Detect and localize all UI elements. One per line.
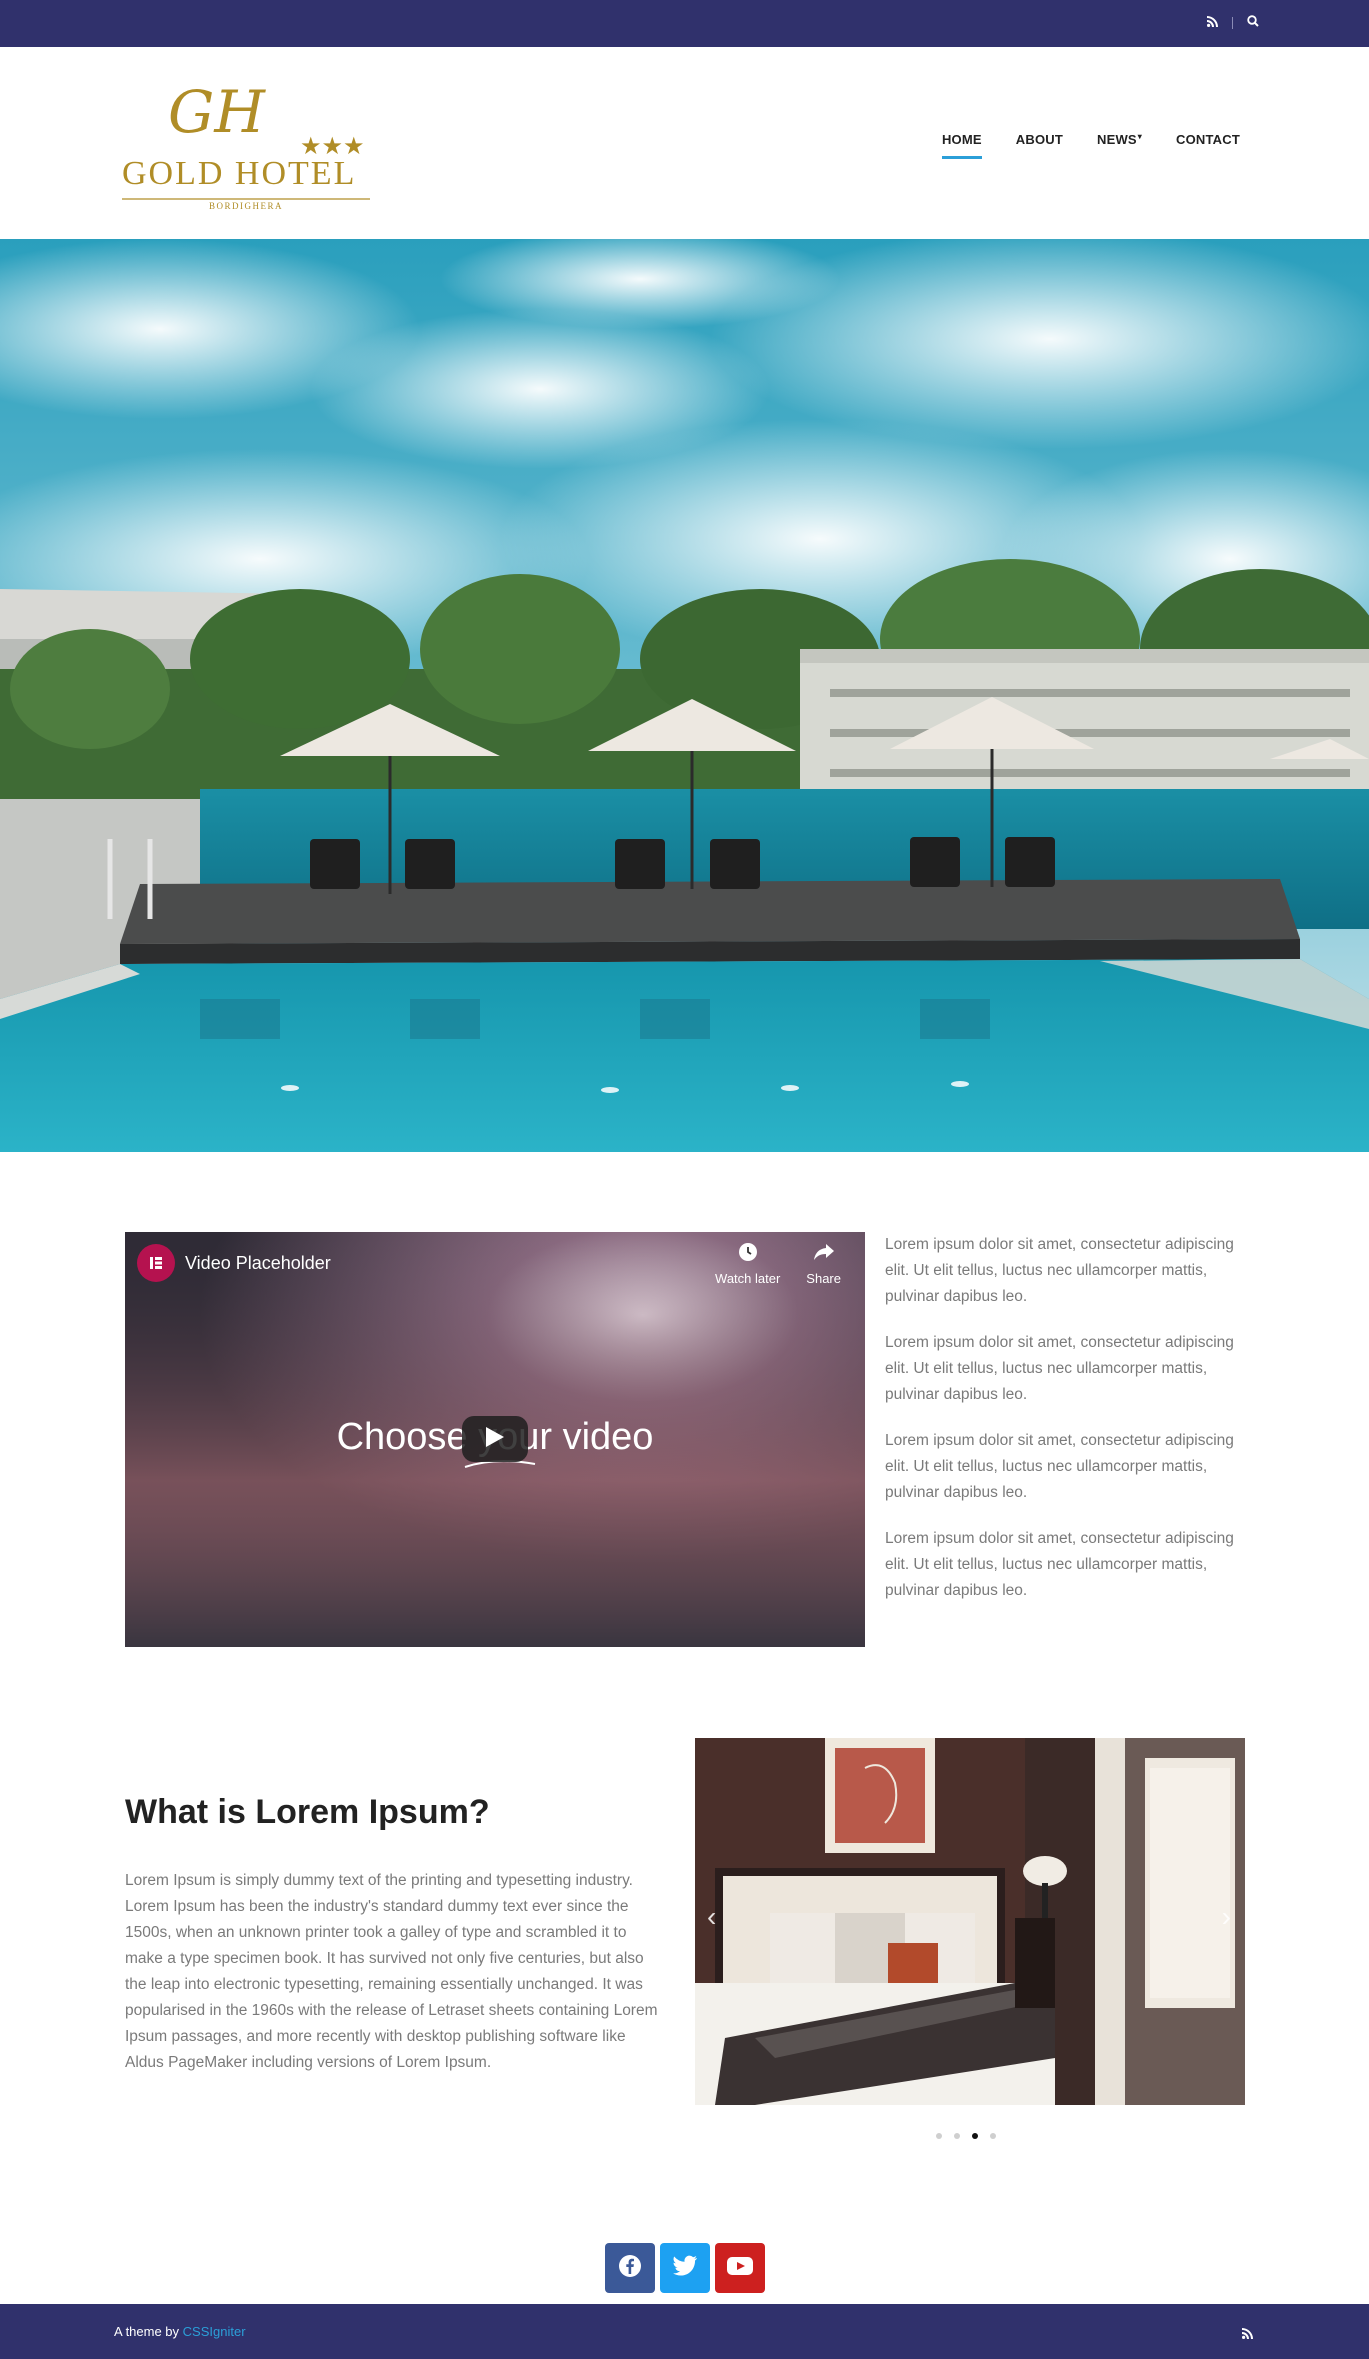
- footer-credit-prefix: A theme by: [114, 2324, 180, 2339]
- topbar-icons: [1207, 15, 1259, 30]
- nav-about[interactable]: ABOUT: [1016, 132, 1063, 147]
- side-paragraph: Lorem ipsum dolor sit amet, consectetur …: [885, 1334, 1234, 1403]
- slider-dot-active[interactable]: [972, 2133, 978, 2139]
- watch-later-button[interactable]: Watch later: [715, 1242, 780, 1286]
- chevron-left-icon[interactable]: ‹: [707, 1901, 716, 1933]
- share-icon: [813, 1242, 835, 1265]
- slider-dot[interactable]: [954, 2133, 960, 2139]
- nav-home[interactable]: HOME: [941, 132, 982, 159]
- rss-icon[interactable]: [1242, 2326, 1253, 2344]
- facebook-icon: [618, 2254, 642, 2283]
- nav-contact[interactable]: CONTACT: [1176, 132, 1240, 147]
- facebook-button[interactable]: [605, 2243, 655, 2293]
- bedroom-slide-image: [695, 1738, 1245, 2105]
- footer-credit: A theme by CSSIgniter: [114, 2324, 246, 2339]
- video-player[interactable]: Video Placeholder Watch later Share Choo…: [125, 1232, 865, 1647]
- footer-credit-link[interactable]: CSSIgniter: [183, 2324, 246, 2339]
- logo-name: GOLD HOTEL: [122, 155, 356, 192]
- rss-icon[interactable]: [1207, 15, 1218, 30]
- divider: [1232, 16, 1233, 29]
- hero-image: [0, 239, 1369, 1152]
- share-button[interactable]: Share: [806, 1242, 841, 1286]
- search-icon[interactable]: [1247, 15, 1259, 30]
- side-paragraph: Lorem ipsum dolor sit amet, consectetur …: [885, 1432, 1234, 1501]
- play-button[interactable]: [462, 1416, 528, 1462]
- nav-news[interactable]: NEWS▾: [1097, 132, 1142, 147]
- video-actions: Watch later Share: [715, 1242, 841, 1286]
- youtube-button[interactable]: [715, 2243, 765, 2293]
- share-label: Share: [806, 1271, 841, 1286]
- main-nav: HOME ABOUT NEWS▾ CONTACT: [941, 132, 1240, 159]
- section-title: What is Lorem Ipsum?: [125, 1793, 490, 1831]
- side-paragraph: Lorem ipsum dolor sit amet, consectetur …: [885, 1236, 1234, 1305]
- top-bar: [0, 0, 1369, 47]
- twitter-button[interactable]: [660, 2243, 710, 2293]
- slider-dots: [936, 2133, 996, 2139]
- image-slider[interactable]: ‹ ›: [695, 1738, 1245, 2105]
- youtube-icon: [727, 2256, 753, 2280]
- site-footer: A theme by CSSIgniter: [0, 2304, 1369, 2359]
- chevron-down-icon: ▾: [1137, 132, 1143, 141]
- clock-icon: [738, 1242, 758, 1265]
- video-channel-title[interactable]: Video Placeholder: [185, 1253, 331, 1274]
- nav-news-label: NEWS: [1096, 132, 1137, 147]
- social-links: [605, 2243, 765, 2293]
- site-logo[interactable]: GH ★★★ GOLD HOTEL BORDIGHERA: [120, 72, 375, 212]
- twitter-icon: [672, 2255, 698, 2282]
- section-body: Lorem Ipsum is simply dummy text of the …: [125, 1872, 658, 2071]
- watch-later-label: Watch later: [715, 1271, 781, 1286]
- slider-dot[interactable]: [936, 2133, 942, 2139]
- side-text-column: Lorem ipsum dolor sit amet, consectetur …: [885, 1232, 1250, 1624]
- play-icon: [486, 1426, 504, 1452]
- chevron-right-icon[interactable]: ›: [1222, 1901, 1231, 1933]
- video-header: Video Placeholder: [137, 1244, 331, 1282]
- slider-dot[interactable]: [990, 2133, 996, 2139]
- logo-monogram: GH: [168, 78, 266, 146]
- logo-location: BORDIGHERA: [209, 201, 283, 211]
- side-paragraph: Lorem ipsum dolor sit amet, consectetur …: [885, 1530, 1234, 1599]
- elementor-logo-icon: [137, 1244, 175, 1282]
